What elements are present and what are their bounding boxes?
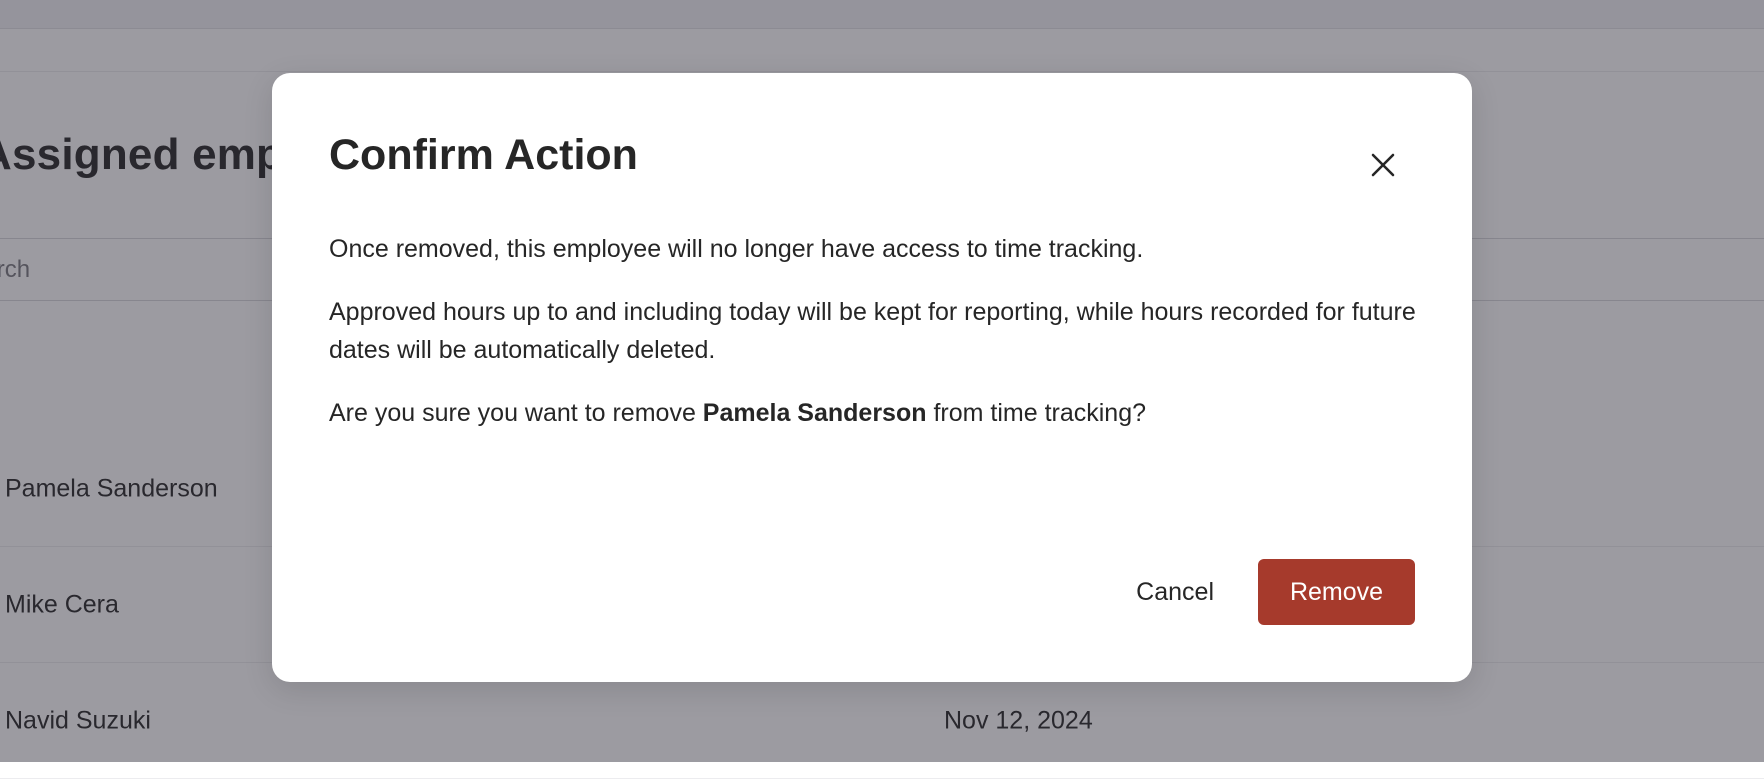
confirm-prefix: Are you sure you want to remove xyxy=(329,399,703,427)
dialog-body: Once removed, this employee will no long… xyxy=(329,230,1429,457)
confirm-dialog: Confirm Action Once removed, this employ… xyxy=(272,73,1472,682)
employee-name-highlight: Pamela Sanderson xyxy=(702,399,927,427)
confirm-suffix: from time tracking? xyxy=(926,399,1147,427)
remove-button[interactable]: Remove xyxy=(1258,559,1415,625)
dialog-message-hours: Approved hours up to and including today… xyxy=(329,298,1416,364)
dialog-message-access: Once removed, this employee will no long… xyxy=(329,235,1144,263)
dialog-footer: Cancel Remove xyxy=(1114,559,1415,625)
close-button[interactable] xyxy=(1361,143,1405,187)
cancel-button[interactable]: Cancel xyxy=(1114,559,1236,625)
close-icon xyxy=(1371,153,1395,177)
dialog-confirm-question: Are you sure you want to remove Pamela S… xyxy=(329,394,1429,432)
dialog-title: Confirm Action xyxy=(329,131,638,179)
